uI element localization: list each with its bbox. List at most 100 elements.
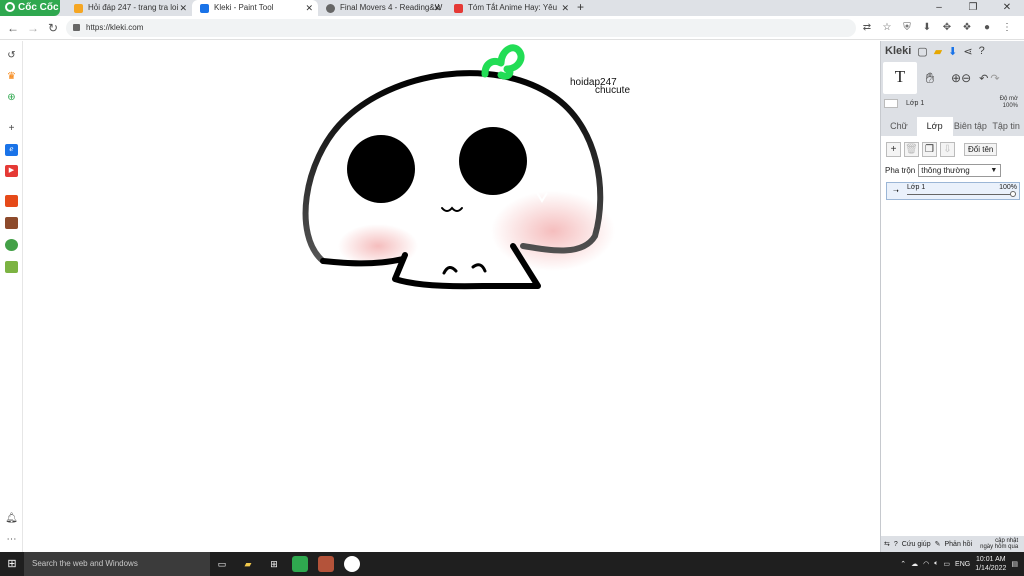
close-tab-icon[interactable]: ✕ <box>561 0 569 16</box>
coccoc-taskbar-icon[interactable] <box>292 556 308 572</box>
download-icon[interactable]: ⬇ <box>948 45 957 58</box>
add-layer-button[interactable]: + <box>886 141 901 157</box>
history-icon[interactable]: ↺ <box>5 50 18 62</box>
lock-icon <box>73 24 80 31</box>
tab-title: Hỏi đáp 247 - trang tra loi <box>88 3 179 12</box>
battery-icon[interactable]: ▭ <box>943 560 950 568</box>
browser-sidebar: ↺ ♛ ⊕ + ℯ ▶ 🔔︎ ⋯ <box>0 41 23 552</box>
window-controls: – ❐ ✕ <box>922 0 1024 16</box>
tool-row: T ✋︎ ⊕⊖ ↶ ↷ <box>881 61 1024 95</box>
volume-icon[interactable]: 🔈︎ <box>934 560 938 568</box>
shield-icon[interactable]: ⛨ <box>900 20 914 36</box>
blend-label: Pha trộn <box>885 165 916 175</box>
tab-bar: Cốc Cốc Hỏi đáp 247 - trang tra loi ✕ Kl… <box>0 0 1024 16</box>
opacity-value: 100% <box>1002 103 1018 109</box>
clock-date: 1/14/2022 <box>975 565 1007 572</box>
redo-icon[interactable]: ↷ <box>990 72 999 85</box>
left-eye <box>347 135 415 203</box>
duplicate-layer-button[interactable]: ❐ <box>922 141 937 157</box>
puzzle-icon[interactable]: ✥ <box>940 20 954 36</box>
system-tray: ⌃ ☁ ◠ 🔈︎ ▭ ENG 10:01 AM 1/14/2022 ▤ <box>900 552 1018 576</box>
delete-layer-button[interactable]: 🗑︎ <box>904 141 919 157</box>
rename-layer-button[interactable]: Đổi tên <box>964 142 998 156</box>
clock-time: 10:01 AM <box>976 556 1006 563</box>
app-game-icon[interactable] <box>5 195 18 207</box>
zoom-in-icon[interactable]: ⊕ <box>951 71 961 85</box>
add-shortcut-icon[interactable]: + <box>5 123 18 135</box>
app-blue-icon[interactable]: ℯ <box>5 144 18 156</box>
app-green-icon[interactable] <box>5 239 18 251</box>
layer-opacity: 100% <box>999 184 1017 191</box>
hoidap-favicon-icon <box>74 4 83 13</box>
tab-anime[interactable]: Tóm Tắt Anime Hay: Yêu ✕ <box>446 0 574 16</box>
hand-tool-icon[interactable]: ✋︎ <box>917 70 943 87</box>
kleki-panel: Kleki ▢ ▰ ⬇ ⋖ ? T ✋︎ ⊕⊖ ↶ ↷ Lớp 1 Độ mờ … <box>880 41 1024 552</box>
chrome-taskbar-icon[interactable] <box>344 556 360 572</box>
file-explorer-icon[interactable]: ▰ <box>240 556 256 572</box>
youtube-icon[interactable]: ▶ <box>5 165 18 177</box>
bookmark-star-icon[interactable]: ☆ <box>880 20 894 36</box>
tab-kleki[interactable]: Kleki - Paint Tool ✕ <box>192 0 318 16</box>
tab-final-movers[interactable]: Final Movers 4 - Reading&W ✕ <box>318 0 446 16</box>
help-link[interactable]: Cứu giúp <box>902 541 931 548</box>
layers-pane: + 🗑︎ ❐ ⇩ Đổi tên Pha trộn thông thường ▼… <box>881 136 1024 552</box>
forward-button[interactable]: → <box>26 20 40 36</box>
reload-button[interactable]: ↻ <box>46 20 60 36</box>
close-tab-icon[interactable]: ✕ <box>179 0 187 16</box>
tab-file[interactable]: Tập tin <box>988 117 1024 136</box>
tab-edit[interactable]: Biên tập <box>953 117 989 136</box>
new-image-icon[interactable]: ▢ <box>917 45 927 58</box>
help-icon[interactable]: ? <box>979 45 985 57</box>
clock[interactable]: 10:01 AM 1/14/2022 <box>975 555 1006 573</box>
tab-hoidap247[interactable]: Hỏi đáp 247 - trang tra loi ✕ <box>66 0 192 16</box>
chevron-up-icon[interactable]: ⌃ <box>900 560 906 568</box>
merge-layer-button[interactable]: ⇩ <box>940 141 955 157</box>
layer-opacity-slider[interactable] <box>907 194 1013 195</box>
maximize-button[interactable]: ❐ <box>956 0 990 16</box>
close-tab-icon[interactable]: ✕ <box>305 0 313 16</box>
coccoc-menu-button[interactable]: Cốc Cốc <box>0 0 60 16</box>
new-tab-button[interactable]: + <box>577 0 584 15</box>
store-icon[interactable]: ⊞ <box>266 556 282 572</box>
crown-icon[interactable]: ♛ <box>5 71 18 83</box>
undo-icon[interactable]: ↶ <box>979 72 988 85</box>
feedback-link[interactable]: Phản hồi <box>944 541 972 548</box>
more-icon[interactable]: ⋯ <box>5 534 18 546</box>
address-bar[interactable]: https://kleki.com <box>66 19 856 37</box>
start-windows-icon[interactable]: ⊞ <box>0 552 24 576</box>
tab-layers[interactable]: Lớp <box>916 117 953 136</box>
close-tab-icon[interactable]: ✕ <box>433 0 441 16</box>
taskbar-search[interactable]: Search the web and Windows <box>24 552 210 576</box>
notification-bell-icon[interactable]: 🔔︎ <box>5 513 18 525</box>
menu-dots-icon[interactable]: ⋮ <box>1000 20 1014 36</box>
update-note: cập nhật ngày hôm qua <box>980 538 1018 550</box>
cloud-icon[interactable]: ☁ <box>911 560 918 568</box>
language-indicator[interactable]: ENG <box>955 561 970 568</box>
task-view-icon[interactable]: ▭ <box>214 556 230 572</box>
share-icon[interactable]: ⋖ <box>963 45 972 58</box>
left-cheek-mark <box>340 215 354 219</box>
blend-mode-select[interactable]: thông thường ▼ <box>918 163 1002 177</box>
open-folder-icon[interactable]: ▰ <box>934 45 942 58</box>
close-window-button[interactable]: ✕ <box>990 0 1024 16</box>
app-grid-icon[interactable] <box>5 261 18 273</box>
layer-item[interactable]: ➝ Lớp 1 100% <box>886 182 1020 200</box>
swap-icon[interactable]: ⇆ <box>884 540 890 548</box>
tab-text[interactable]: Chữ <box>881 117 917 136</box>
text-tool-button[interactable]: T <box>883 62 917 94</box>
notification-center-icon[interactable]: ▤ <box>1011 560 1018 568</box>
layer-opacity-knob[interactable] <box>1010 191 1016 197</box>
app-taskbar-icon[interactable] <box>318 556 334 572</box>
help-circle-icon: ? <box>893 540 898 548</box>
wifi-icon[interactable]: ◠ <box>923 560 929 568</box>
back-button[interactable]: ← <box>6 20 20 36</box>
profile-avatar[interactable]: ● <box>980 20 994 36</box>
zoom-out-icon[interactable]: ⊖ <box>961 71 971 85</box>
translate-icon[interactable]: ⇄ <box>860 20 874 36</box>
extensions-icon[interactable]: ❖ <box>960 20 974 36</box>
minimize-button[interactable]: – <box>922 0 956 16</box>
app-anime-icon[interactable] <box>5 217 18 229</box>
gamepad-icon[interactable]: ⊕ <box>5 92 18 104</box>
drawing-canvas[interactable]: hoidap247 chucute <box>23 41 880 552</box>
download-icon[interactable]: ⬇ <box>920 20 934 36</box>
